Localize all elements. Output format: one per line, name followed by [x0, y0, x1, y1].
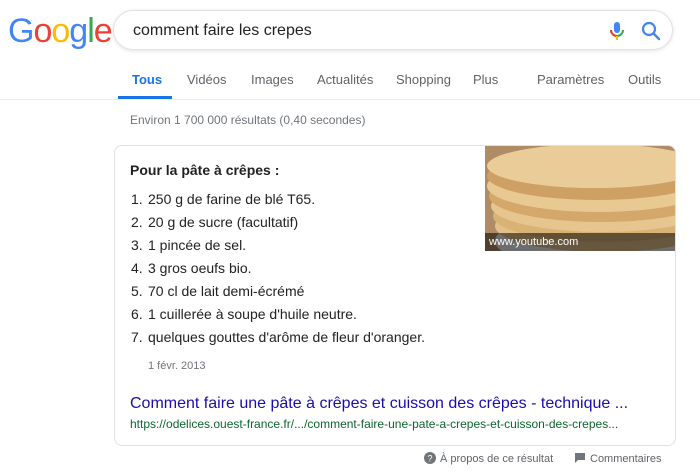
- list-item-number: 2.: [131, 214, 143, 230]
- list-item-number: 1.: [131, 191, 143, 207]
- logo-letter-e: e: [93, 12, 113, 50]
- result-stats: Environ 1 700 000 résultats (0,40 second…: [130, 113, 366, 127]
- tab-actualites[interactable]: Actualités: [317, 72, 373, 87]
- snippet-heading: Pour la pâte à crêpes :: [130, 162, 280, 178]
- result-url: https://odelices.ouest-france.fr/.../com…: [130, 417, 619, 431]
- list-item-text: quelques gouttes d'arôme de fleur d'oran…: [148, 329, 425, 345]
- tab-tous[interactable]: Tous: [132, 72, 162, 87]
- list-item: 1. 250 g de farine de blé T65.: [131, 191, 425, 214]
- thumbnail-caption: www.youtube.com: [485, 233, 675, 251]
- header-divider: [0, 99, 700, 100]
- tab-videos[interactable]: Vidéos: [187, 72, 227, 87]
- list-item-text: 70 cl de lait demi-écrémé: [148, 283, 305, 299]
- search-icon[interactable]: [639, 19, 663, 43]
- logo-letter-g: G: [8, 12, 34, 50]
- tab-parametres[interactable]: Paramètres: [537, 72, 604, 87]
- search-input[interactable]: [133, 11, 573, 51]
- feedback-link[interactable]: Commentaires: [574, 452, 662, 467]
- snippet-date: 1 févr. 2013: [148, 360, 206, 372]
- logo-letter-o2: o: [51, 12, 70, 50]
- list-item-number: 7.: [131, 329, 143, 345]
- list-item: 5. 70 cl de lait demi-écrémé: [131, 283, 425, 306]
- tab-images[interactable]: Images: [251, 72, 294, 87]
- list-item: 4. 3 gros oeufs bio.: [131, 260, 425, 283]
- list-item-number: 6.: [131, 306, 143, 322]
- google-logo[interactable]: Google: [8, 11, 113, 51]
- tab-outils[interactable]: Outils: [628, 72, 661, 87]
- list-item: 2. 20 g de sucre (facultatif): [131, 214, 425, 237]
- list-item-text: 20 g de sucre (facultatif): [148, 214, 299, 230]
- list-item-number: 3.: [131, 237, 143, 253]
- list-item-number: 5.: [131, 283, 143, 299]
- list-item-text: 1 pincée de sel.: [148, 237, 247, 253]
- feedback-icon: [574, 452, 586, 467]
- search-box[interactable]: [113, 10, 673, 51]
- list-item-text: 3 gros oeufs bio.: [148, 260, 252, 276]
- list-item-text: 1 cuillerée à soupe d'huile neutre.: [148, 306, 357, 322]
- list-item: 3. 1 pincée de sel.: [131, 237, 425, 260]
- result-title-link[interactable]: Comment faire une pâte à crêpes et cuiss…: [130, 395, 628, 413]
- list-item-number: 4.: [131, 260, 143, 276]
- featured-snippet: Pour la pâte à crêpes : 1. 250 g de farin…: [114, 145, 676, 446]
- logo-letter-g2: g: [69, 12, 88, 50]
- tab-plus[interactable]: Plus: [473, 72, 498, 87]
- list-item: 7. quelques gouttes d'arôme de fleur d'or…: [131, 329, 425, 352]
- about-result-label: À propos de ce résultat: [440, 453, 554, 465]
- tab-shopping[interactable]: Shopping: [396, 72, 451, 87]
- search-tabs: Tous Vidéos Images Actualités Shopping P…: [0, 60, 700, 100]
- svg-text:?: ?: [427, 454, 432, 464]
- list-item: 6. 1 cuillerée à soupe d'huile neutre.: [131, 306, 425, 329]
- about-result-link[interactable]: ? À propos de ce résultat: [424, 452, 553, 467]
- crepes-thumbnail[interactable]: www.youtube.com: [485, 146, 675, 251]
- ingredient-list: 1. 250 g de farine de blé T65. 2. 20 g de …: [131, 191, 425, 352]
- list-item-text: 250 g de farine de blé T65.: [148, 191, 316, 207]
- feedback-label: Commentaires: [590, 453, 662, 465]
- help-icon: ?: [424, 452, 436, 467]
- logo-letter-o1: o: [33, 12, 52, 50]
- microphone-icon[interactable]: [605, 19, 629, 43]
